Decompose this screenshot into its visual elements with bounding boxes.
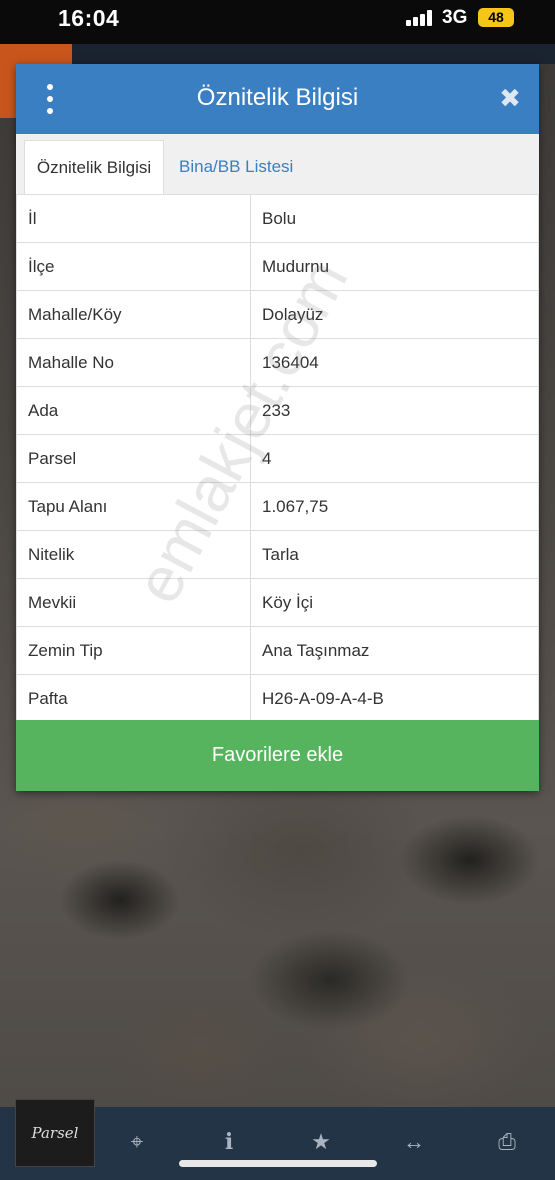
attribute-value: H26-A-09-A-4-B [250, 674, 539, 723]
attribute-key: İl [16, 194, 251, 243]
attribute-key: İlçe [16, 242, 251, 291]
table-row: Ada 233 [16, 386, 539, 435]
attribute-value: 1.067,75 [250, 482, 539, 531]
table-row: Mahalle/Köy Dolayüz [16, 290, 539, 339]
network-type: 3G [442, 7, 468, 28]
measure-icon[interactable]: ↔ [397, 1127, 431, 1157]
attribute-dialog: Öznitelik Bilgisi ✖ Öznitelik Bilgisi Bi… [16, 64, 539, 791]
status-time: 16:04 [58, 5, 120, 31]
table-row: İlçe Mudurnu [16, 242, 539, 291]
tab-bar: Öznitelik Bilgisi Bina/BB Listesi [16, 134, 539, 195]
dialog-header: Öznitelik Bilgisi ✖ [16, 64, 539, 134]
parsel-logo: Parsel [15, 1099, 95, 1167]
attribute-key: Parsel [16, 434, 251, 483]
attribute-value: Bolu [250, 194, 539, 243]
table-row: Mahalle No 136404 [16, 338, 539, 387]
signal-icon [406, 10, 434, 26]
attribute-value: Tarla [250, 530, 539, 579]
tab-attribute-info[interactable]: Öznitelik Bilgisi [24, 140, 164, 194]
attribute-value: Ana Taşınmaz [250, 626, 539, 675]
attribute-key: Mahalle/Köy [16, 290, 251, 339]
print-icon[interactable]: ⎙ [490, 1127, 524, 1157]
attribute-key: Mevkii [16, 578, 251, 627]
app-top-strip [72, 44, 555, 64]
attribute-key: Nitelik [16, 530, 251, 579]
table-row: Zemin Tip Ana Taşınmaz [16, 626, 539, 675]
battery-icon: 48 [478, 8, 514, 27]
attribute-table: İl Bolu İlçe Mudurnu Mahalle/Köy Dolayüz Mahal… [16, 194, 539, 723]
table-row: Tapu Alanı 1.067,75 [16, 482, 539, 531]
close-icon[interactable]: ✖ [499, 84, 521, 112]
dialog-title: Öznitelik Bilgisi [196, 84, 359, 111]
table-row: İl Bolu [16, 194, 539, 243]
status-bar: 16:04 3G 48 [0, 0, 555, 44]
star-icon[interactable]: ★ [304, 1127, 338, 1157]
attribute-value: Mudurnu [250, 242, 539, 291]
attribute-key: Mahalle No [16, 338, 251, 387]
attribute-key: Zemin Tip [16, 626, 251, 675]
table-row: Parsel 4 [16, 434, 539, 483]
home-indicator[interactable] [179, 1160, 377, 1167]
bottom-toolbar: Parsel ⌖ i ★ ↔ ⎙ [0, 1099, 555, 1180]
attribute-key: Pafta [16, 674, 251, 723]
add-favorite-button[interactable]: Favorilere ekle [16, 720, 539, 791]
info-icon[interactable]: i [212, 1127, 246, 1157]
attribute-value: 233 [250, 386, 539, 435]
tab-building-list[interactable]: Bina/BB Listesi [179, 140, 293, 193]
table-row: Mevkii Köy İçi [16, 578, 539, 627]
attribute-value: Dolayüz [250, 290, 539, 339]
table-row: Pafta H26-A-09-A-4-B [16, 674, 539, 723]
attribute-value: 4 [250, 434, 539, 483]
attribute-key: Tapu Alanı [16, 482, 251, 531]
table-row: Nitelik Tarla [16, 530, 539, 579]
attribute-key: Ada [16, 386, 251, 435]
attribute-value: Köy İçi [250, 578, 539, 627]
attribute-value: 136404 [250, 338, 539, 387]
locate-icon[interactable]: ⌖ [120, 1127, 154, 1157]
